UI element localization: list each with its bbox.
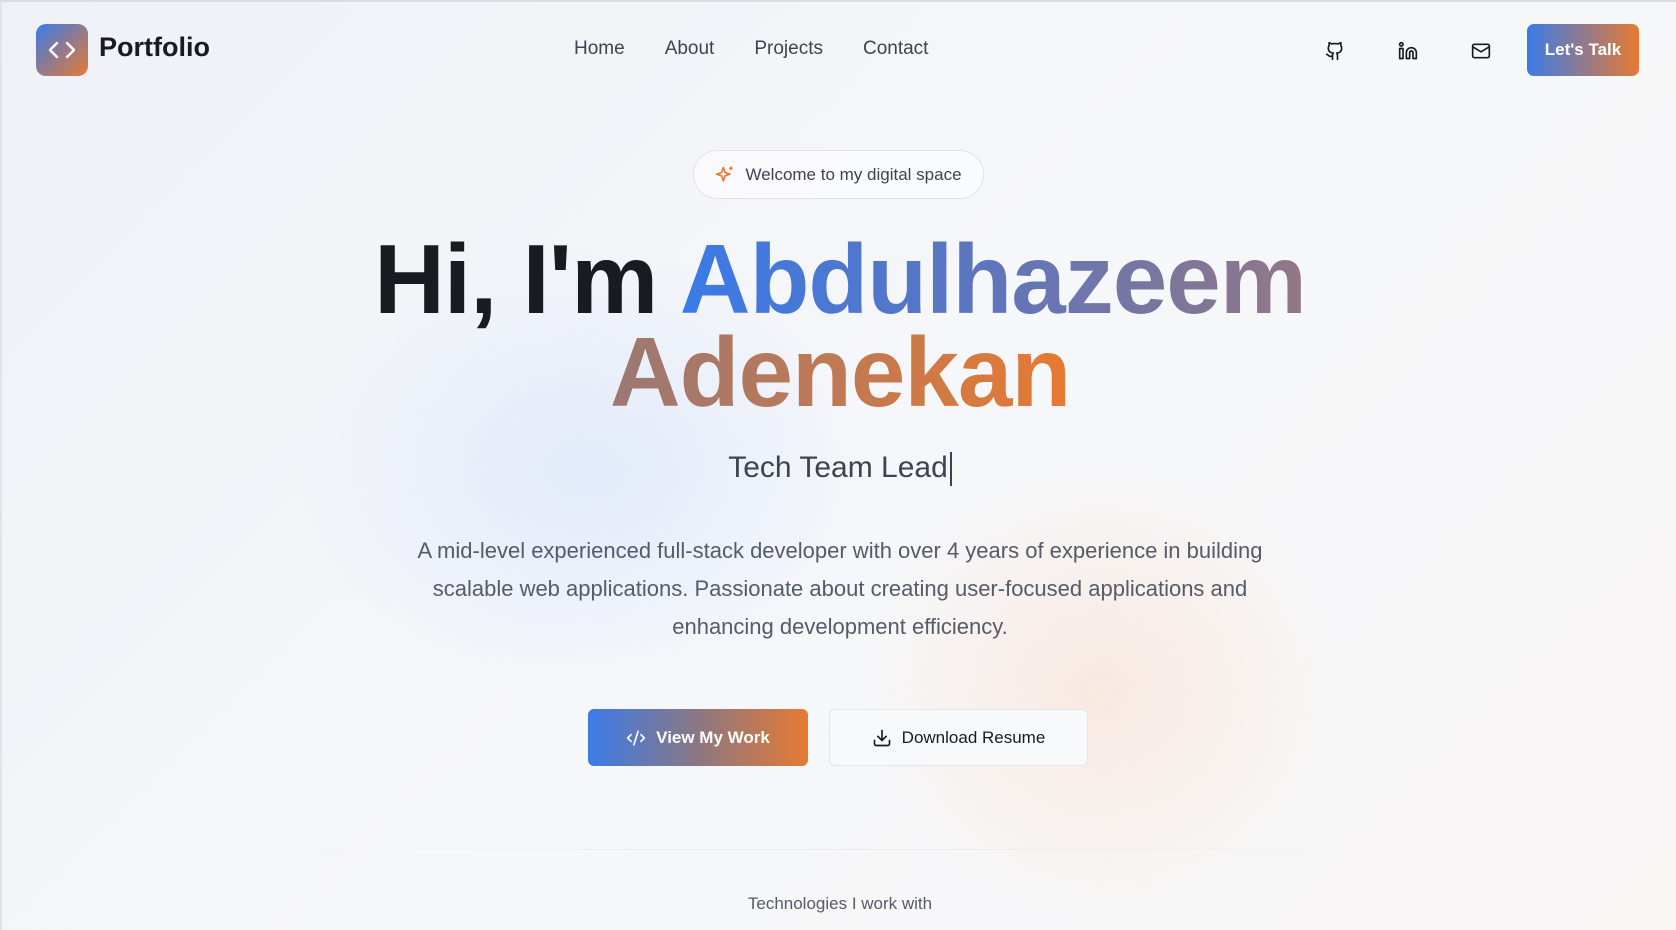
download-resume-button[interactable]: Download Resume (829, 709, 1088, 766)
badge-text: Welcome to my digital space (745, 164, 962, 184)
section-divider (252, 849, 1428, 850)
role-text: Tech Team Lead (728, 451, 948, 484)
linkedin-icon[interactable] (1395, 38, 1421, 64)
lets-talk-button[interactable]: Let's Talk (1527, 24, 1639, 76)
welcome-badge: Welcome to my digital space (693, 150, 984, 199)
sparkles-icon (716, 166, 733, 182)
nav-contact[interactable]: Contact (863, 38, 928, 60)
brand-name[interactable]: Portfolio (99, 32, 210, 63)
typing-caret (949, 452, 952, 487)
download-resume-label: Download Resume (901, 727, 1046, 747)
hero-heading-line-2: Adenekan (2, 323, 1676, 421)
github-icon[interactable] (1322, 38, 1348, 64)
code-logo-icon[interactable] (36, 24, 88, 76)
main-nav: Home About Projects Contact (574, 38, 928, 60)
mail-icon[interactable] (1468, 38, 1494, 64)
nav-projects[interactable]: Projects (754, 38, 823, 60)
view-my-work-label: View My Work (656, 727, 770, 747)
download-icon (873, 729, 891, 746)
header: Portfolio Home About Projects Contact Le… (2, 2, 1676, 100)
code-icon (626, 730, 646, 745)
last-name: Adenekan (609, 317, 1071, 427)
nav-home[interactable]: Home (574, 38, 625, 60)
hero-heading-line-1: Hi, I'm Abdulhazeem (2, 230, 1676, 328)
nav-about[interactable]: About (665, 38, 715, 60)
view-my-work-button[interactable]: View My Work (588, 709, 808, 766)
technologies-label: Technologies I work with (747, 894, 933, 913)
hero-description: A mid-level experienced full-stack devel… (417, 538, 1263, 639)
role-typewriter: Tech Team Lead (2, 451, 1676, 487)
